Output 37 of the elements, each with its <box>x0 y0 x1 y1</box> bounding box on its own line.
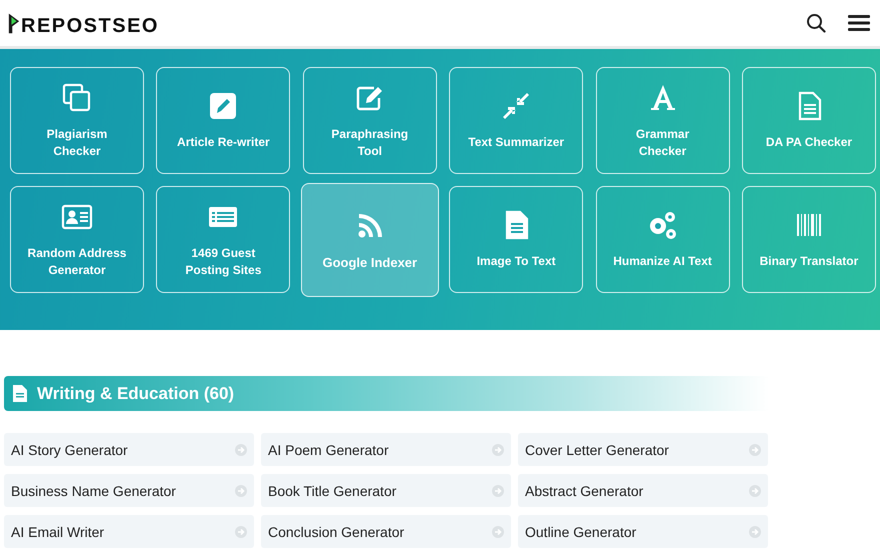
arrow-icon <box>235 444 247 456</box>
tool-tile[interactable]: DA PA Checker <box>742 67 876 174</box>
logo-icon[interactable] <box>8 11 20 35</box>
tool-tile[interactable]: Humanize AI Text <box>596 186 730 293</box>
tool-tile[interactable]: 1469 Guest Posting Sites <box>156 186 290 293</box>
tool-tile[interactable]: Text Summarizer <box>449 67 584 174</box>
tool-link[interactable]: Outline Generator <box>518 515 768 548</box>
document-icon <box>13 385 27 402</box>
tool-tile[interactable]: Grammar Checker <box>596 67 730 174</box>
arrow-icon <box>492 444 504 456</box>
arrow-icon <box>492 526 504 538</box>
tool-tile[interactable]: Random Address Generator <box>10 186 144 293</box>
tool-tile[interactable]: Binary Translator <box>742 186 876 293</box>
arrow-icon <box>749 444 761 456</box>
arrow-icon <box>749 526 761 538</box>
arrow-icon <box>492 484 504 496</box>
logo-text[interactable]: REPOSTSEO <box>21 17 159 35</box>
tool-link[interactable]: AI Story Generator <box>4 433 254 466</box>
copy-icon <box>61 82 93 114</box>
tool-tile[interactable]: Image To Text <box>449 186 584 293</box>
tool-tile[interactable]: Plagiarism Checker <box>10 67 144 174</box>
tool-tile[interactable]: Google Indexer <box>300 183 439 297</box>
tool-link[interactable]: Conclusion Generator <box>261 515 511 548</box>
tool-tile[interactable]: Article Re-writer <box>156 67 290 174</box>
tool-link[interactable]: AI Poem Generator <box>261 433 511 466</box>
search-icon[interactable] <box>806 13 826 33</box>
tool-tile[interactable]: Paraphrasing Tool <box>302 67 437 174</box>
arrow-icon <box>235 484 247 496</box>
tool-link[interactable]: Abstract Generator <box>518 474 768 507</box>
tool-link[interactable]: Cover Letter Generator <box>518 433 768 466</box>
menu-icon[interactable] <box>848 14 870 32</box>
tool-link[interactable]: Book Title Generator <box>261 474 511 507</box>
tool-link[interactable]: Business Name Generator <box>4 474 254 507</box>
category-title: Writing & Education (60) <box>37 384 234 404</box>
arrow-icon <box>235 526 247 538</box>
tool-link[interactable]: AI Email Writer <box>4 515 254 548</box>
arrow-icon <box>749 484 761 496</box>
